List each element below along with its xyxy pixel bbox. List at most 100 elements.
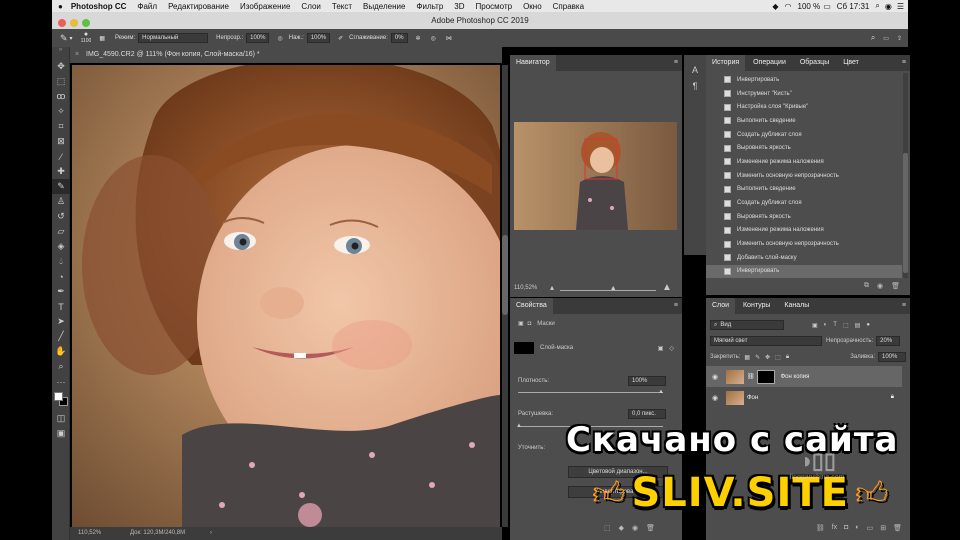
hand-tool-icon[interactable]: ✋ — [52, 344, 70, 359]
dropbox-icon[interactable]: ◆ — [772, 2, 778, 11]
visibility-eye-icon[interactable]: ◉ — [712, 394, 722, 402]
history-item[interactable]: Выровнять яркость — [706, 141, 902, 155]
select-pixel-mask-icon[interactable]: ▣ — [658, 345, 664, 352]
wifi-icon[interactable]: ◠ — [785, 2, 792, 11]
dodge-tool-icon[interactable]: ◔ — [52, 269, 70, 284]
layer-opacity-field[interactable]: 20% — [876, 336, 901, 346]
apply-mask-icon[interactable]: ◆ — [619, 524, 624, 532]
history-item[interactable]: Изменить основную непрозрачность — [706, 237, 902, 251]
load-selection-icon[interactable]: ⬚ — [604, 524, 611, 532]
line-tool-icon[interactable]: ╱ — [52, 329, 70, 344]
filter-toggle-icon[interactable]: ● — [866, 322, 870, 328]
filter-pixel-icon[interactable]: ▣ — [812, 322, 818, 329]
search-icon[interactable]: ⌕ — [871, 33, 875, 43]
panel-menu-icon[interactable]: ≡ — [674, 59, 678, 66]
color-swatches[interactable] — [52, 389, 69, 411]
navigator-zoom-slider[interactable] — [560, 290, 656, 291]
tab-navigator[interactable]: Навигатор — [510, 55, 556, 71]
flow-field[interactable]: 100% — [306, 33, 331, 43]
quick-select-tool-icon[interactable]: ✧ — [52, 104, 70, 119]
character-panel-icon[interactable]: A — [684, 65, 706, 75]
smoothing-gear-icon[interactable]: ✲ — [416, 35, 421, 42]
type-tool-icon[interactable]: T — [52, 299, 70, 314]
history-item[interactable]: Создать дубликат слоя — [706, 128, 902, 142]
tab-paths[interactable]: Контуры — [737, 298, 776, 314]
delete-layer-icon[interactable]: 🗑︎ — [893, 524, 902, 532]
lock-icon[interactable]: 🔒︎ — [891, 394, 894, 401]
panel-menu-icon[interactable]: ≡ — [902, 59, 906, 66]
frame-tool-icon[interactable]: ⊠ — [52, 134, 70, 149]
smoothing-field[interactable]: 0% — [390, 33, 408, 43]
crop-tool-icon[interactable]: ⌗ — [52, 119, 70, 134]
pressure-size-icon[interactable]: ◎ — [431, 35, 436, 42]
layer-mask-thumbnail[interactable] — [756, 369, 775, 384]
apple-icon[interactable]: ● — [58, 2, 63, 11]
eraser-tool-icon[interactable]: ▱ — [52, 224, 70, 239]
tab-actions[interactable]: Операции — [747, 55, 792, 71]
feather-slider-thumb[interactable]: ▲ — [516, 423, 522, 429]
blend-mode-select[interactable]: Мягкий свет — [710, 336, 822, 346]
tab-layers[interactable]: Слои — [706, 298, 736, 314]
document-tab[interactable]: × IMG_4590.CR2 @ 111% (Фон копия, Слой-м… — [70, 47, 502, 63]
menu-layer[interactable]: Слои — [301, 2, 320, 11]
filter-adjustment-icon[interactable]: ◐ — [824, 322, 828, 328]
delete-mask-icon[interactable]: 🗑︎ — [646, 524, 655, 532]
new-document-from-state-icon[interactable]: ⧉ — [864, 282, 869, 290]
maximize-window-button[interactable] — [82, 19, 90, 27]
healing-brush-tool-icon[interactable]: ✚ — [52, 164, 70, 179]
lock-transparency-icon[interactable]: ▦ — [744, 354, 750, 361]
tab-swatches[interactable]: Образцы — [794, 55, 835, 71]
history-brush-tool-icon[interactable]: ↺ — [52, 209, 70, 224]
airbrush-icon[interactable]: ✐ — [338, 35, 343, 42]
lock-position-icon[interactable]: ✥ — [765, 354, 770, 361]
new-group-icon[interactable]: ▭ — [867, 524, 874, 532]
history-item[interactable]: Инвертировать — [706, 73, 902, 87]
menu-type[interactable]: Текст — [332, 2, 352, 11]
pixel-mask-icon[interactable]: ▣ — [518, 320, 524, 327]
history-item-selected[interactable]: Инвертировать — [706, 264, 902, 279]
minimize-window-button[interactable] — [70, 19, 78, 27]
density-field[interactable]: 100% — [628, 376, 666, 386]
toggle-mask-icon[interactable]: ◉ — [632, 524, 638, 532]
move-tool-icon[interactable]: ✥ — [52, 59, 70, 74]
navigator-zoom-thumb[interactable]: ▲ — [610, 285, 617, 292]
user-avatar-icon[interactable]: ◉ — [885, 2, 892, 11]
lasso-tool-icon[interactable]: ꝏ — [52, 89, 70, 104]
mode-select[interactable]: Нормальный — [138, 33, 209, 43]
tab-history[interactable]: История — [706, 55, 746, 71]
history-item[interactable]: Создать дубликат слоя — [706, 196, 902, 210]
panel-menu-icon[interactable]: ≡ — [902, 302, 906, 309]
menu-app-name[interactable]: Photoshop CC — [71, 2, 127, 11]
add-vector-mask-icon[interactable]: ◇ — [669, 345, 674, 352]
document-canvas[interactable] — [72, 65, 500, 527]
layer-row-background-copy[interactable]: ◉ ⛓︎ Фон копия — [706, 366, 902, 387]
panel-menu-icon[interactable]: ≡ — [674, 302, 678, 309]
clock[interactable]: Сб 17:31 — [837, 2, 870, 11]
symmetry-icon[interactable]: ⋈ — [446, 35, 452, 42]
density-slider[interactable] — [518, 392, 663, 393]
eyedropper-tool-icon[interactable]: ⁄ — [52, 149, 70, 164]
lock-all-icon[interactable]: 🔒︎ — [786, 354, 789, 361]
lock-artboard-icon[interactable]: ⬚ — [775, 354, 781, 361]
menu-filter[interactable]: Фильтр — [416, 2, 443, 11]
layer-row-background[interactable]: ◉ Фон 🔒︎ — [706, 387, 902, 408]
history-item[interactable]: Инструмент "Кисть" — [706, 87, 902, 101]
history-item[interactable]: Выполнить сведение — [706, 114, 902, 128]
history-item[interactable]: Настройка слоя "Кривые" — [706, 100, 902, 114]
history-scroll-thumb[interactable] — [903, 153, 908, 273]
status-zoom[interactable]: 110,52% — [78, 527, 101, 540]
tab-properties[interactable]: Свойства — [510, 298, 553, 314]
blur-tool-icon[interactable]: 💧︎ — [52, 254, 70, 269]
zoom-out-icon[interactable]: ▴ — [550, 283, 554, 292]
new-layer-icon[interactable]: ⊞ — [880, 524, 886, 532]
filter-smart-icon[interactable]: ▤ — [855, 322, 861, 329]
link-layers-icon[interactable]: ⛓︎ — [816, 524, 825, 532]
canvas-scrollbar[interactable] — [502, 65, 508, 527]
add-mask-icon[interactable]: ◘ — [844, 524, 848, 532]
menu-help[interactable]: Справка — [553, 2, 584, 11]
pen-tool-icon[interactable]: ✒ — [52, 284, 70, 299]
layer-filter-select[interactable]: ⌕ Вид — [710, 320, 784, 330]
clone-stamp-tool-icon[interactable]: ♙ — [52, 194, 70, 209]
layer-style-icon[interactable]: fx — [832, 524, 837, 532]
paint-bucket-tool-icon[interactable]: ◈ — [52, 239, 70, 254]
